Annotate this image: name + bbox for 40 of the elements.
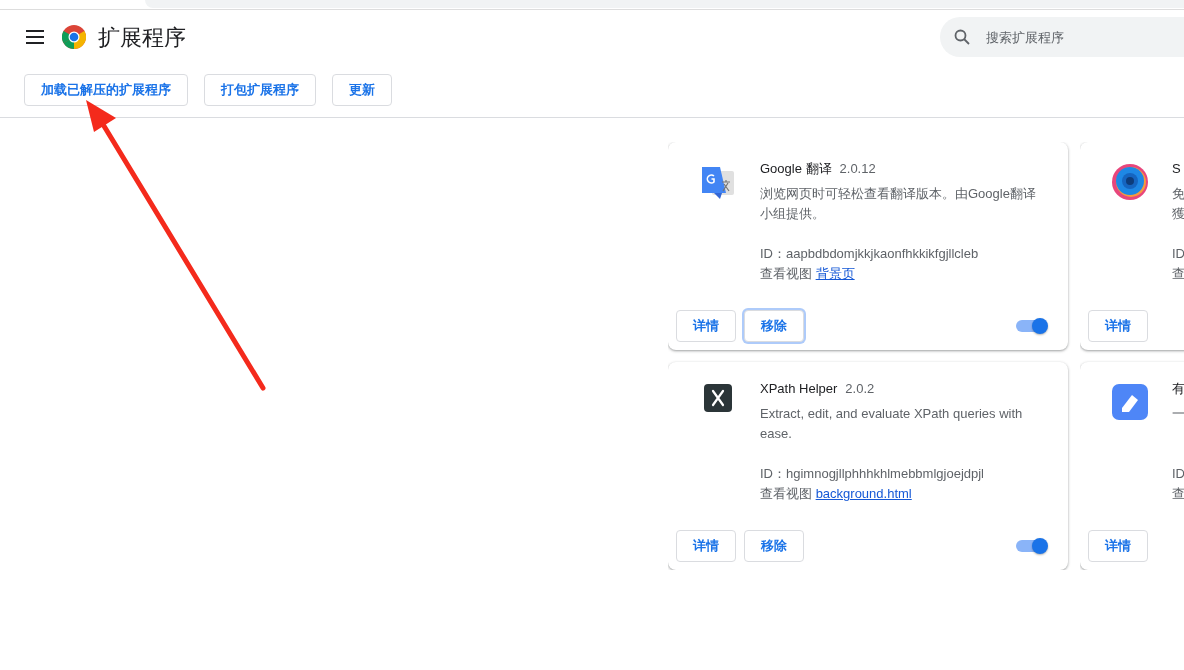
extension-id: ID：aapbdbdomjkkjkaonfhkkikfgjllcleb (760, 245, 980, 263)
view-link[interactable]: 背景页 (815, 266, 855, 281)
extension-id: ID (1172, 465, 1184, 483)
toolbar-button[interactable]: 打包扩展程序 (204, 74, 316, 106)
card-button[interactable]: 详情 (676, 310, 736, 342)
toolbar-button[interactable]: 加载已解压的扩展程序 (24, 74, 188, 106)
extension-description: 免獲 (1172, 185, 1184, 223)
extension-id: ID：hgimnogjllphhhkhlmebbmlgjoejdpjl (760, 465, 985, 483)
pen-icon (1112, 384, 1148, 420)
view-link[interactable]: background.html (815, 486, 912, 501)
card-button[interactable]: 详情 (676, 530, 736, 562)
translate-icon (700, 164, 736, 200)
toggle-switch[interactable] (1016, 316, 1048, 336)
toggle-switch[interactable] (1016, 536, 1048, 556)
extension-name: XPath Helper (760, 381, 838, 396)
x-logo-icon (704, 384, 732, 412)
card-button[interactable]: 详情 (1088, 310, 1148, 342)
search-field[interactable]: 搜索扩展程序 (940, 17, 1184, 57)
card-button[interactable]: 移除 (744, 530, 804, 562)
ring-logo-icon (1112, 164, 1148, 200)
views-label: 查看视图 (760, 486, 812, 501)
search-icon (954, 29, 970, 45)
version-text: 2.0.12 (839, 161, 876, 176)
extension-description: Extract, edit, and evaluate XPath queries with ease. (760, 405, 1024, 443)
views-label: 查 (1172, 266, 1184, 281)
extension-id: ID (1172, 245, 1184, 263)
menu-icon[interactable] (26, 30, 44, 44)
views-label: 查 (1172, 486, 1184, 501)
views-label: 查看视图 (760, 266, 812, 281)
version-text: 2.0.2 (845, 381, 875, 396)
extension-name: S (1172, 161, 1181, 176)
page-title: 扩展程序 (98, 23, 186, 52)
card-button[interactable]: 移除 (744, 310, 804, 342)
extension-name: 有 (1172, 381, 1184, 396)
browser-logo-icon (62, 25, 86, 49)
extension-description: 浏览网页时可轻松查看翻译版本。由Google翻译小组提供。 (760, 185, 1037, 223)
extension-name: Google 翻译 (760, 161, 832, 176)
toolbar-button[interactable]: 更新 (332, 74, 392, 106)
extension-description: 一 (1172, 405, 1184, 423)
card-button[interactable]: 详情 (1088, 530, 1148, 562)
